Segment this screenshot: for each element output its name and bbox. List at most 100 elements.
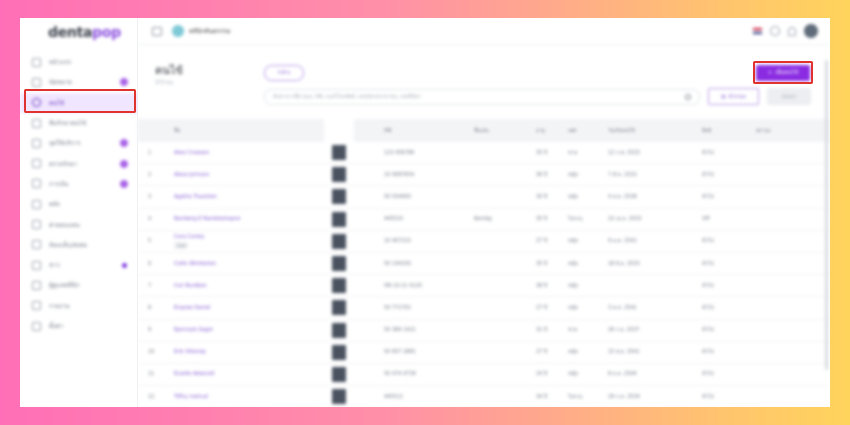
patient-name[interactable]: Alexa Jorinson xyxy=(174,172,324,178)
patient-birthday: 4 ส.ค. 2538 xyxy=(608,193,637,200)
sidebar-item-label: คลัง xyxy=(49,201,60,209)
clinic-logo xyxy=(172,25,184,37)
sidebar-item-0[interactable]: หน้าแรก xyxy=(20,52,138,72)
table-row[interactable]: 9 Epicmyle Sagot 50 384 1421 31 ปี ชาย 26 ก.ย… xyxy=(138,320,830,342)
sidebar-item-4[interactable]: จุดให้บริการ xyxy=(20,133,138,153)
header-right[interactable]: สิทธิ xyxy=(702,127,756,135)
sidebar-item-13[interactable]: ตั้งค่า xyxy=(20,316,138,336)
sidebar-item-8[interactable]: ค่าตอบแทน xyxy=(20,214,138,234)
row-number: 5 xyxy=(148,238,152,245)
brand-logo[interactable]: dentapop xyxy=(48,25,121,41)
patient-age: 36 ปี xyxy=(536,171,548,178)
sidebar-item-12[interactable]: รายงาน xyxy=(20,296,138,316)
patient-birthday: 15 พ.ย. 2541 xyxy=(608,349,640,356)
table-row[interactable]: 5 Cora Conley new 10 407215 27 ปี หญิง 9 ม.ค. … xyxy=(138,231,830,253)
patient-right: ทั่วไป xyxy=(702,238,714,245)
patient-hn: 50 771701 xyxy=(384,304,412,311)
chart-icon xyxy=(32,301,41,311)
sidebar-item-7[interactable]: คลัง xyxy=(20,194,138,214)
search-input[interactable]: ค้นหาจากชื่อ-สกุล, HN, เบอร์โทรศัพท์, เล… xyxy=(264,89,700,105)
help-icon[interactable] xyxy=(770,26,780,36)
sidebar-item-6[interactable]: การเงิน xyxy=(20,174,138,194)
sidebar-item-label: ผู้ดูแลคลินิก xyxy=(49,282,80,290)
table-row[interactable]: 1 Alexi Crowson 123 456789 35 ปี ชาย 12 ก.พ. … xyxy=(138,142,830,165)
patient-age: 31 ปี xyxy=(536,327,548,334)
patient-name[interactable]: Alexi Crowson xyxy=(174,150,324,156)
row-number: 6 xyxy=(148,260,152,267)
table-row[interactable]: 12 Tiffny metrud 445511 34 ปี ไม่ระบุ 29 ก.ค.… xyxy=(138,386,830,407)
patient-name[interactable]: Bamberg E Rambleshopne xyxy=(174,216,324,222)
patient-name-link[interactable]: Cora Conley new xyxy=(174,234,324,249)
table-row[interactable]: 11 Eryelle Adsecott 50 474 4739 24 ปี หญิง 8 … xyxy=(138,364,830,387)
table-row[interactable]: 6 Collin Wintleston 50 144193 35 ปี หญิง 18 ม… xyxy=(138,253,830,276)
sidebar-toggle-icon[interactable] xyxy=(152,26,162,36)
table-row[interactable]: 8 Eraylae Daniel 50 771701 27 ปี หญิง 3 ต.ค. … xyxy=(138,297,830,320)
language-flag-icon[interactable] xyxy=(753,28,762,34)
bell-icon[interactable] xyxy=(788,26,796,36)
header-age[interactable]: อายุ xyxy=(536,127,568,135)
sidebar-item-label: ทีมรักษาคนไข้ xyxy=(49,120,87,128)
patient-name[interactable]: Collin Wintleston xyxy=(174,261,324,267)
filter-button[interactable]: ▤ ตัวกรอง xyxy=(708,88,759,105)
patient-name[interactable]: Cori Burdbon xyxy=(174,283,324,289)
user-avatar[interactable] xyxy=(804,24,818,38)
header-hn[interactable]: HN xyxy=(354,128,474,134)
patient-birthday: 9 ม.ค. 2541 xyxy=(608,238,637,245)
sidebar-item-11[interactable]: ผู้ดูแลคลินิก xyxy=(20,275,138,295)
patient-photo xyxy=(324,386,354,407)
header-name[interactable]: ชื่อ xyxy=(174,127,324,135)
patient-name[interactable]: Eryelle Adsecott xyxy=(174,371,324,377)
table-row[interactable]: 4 Bamberg E Rambleshopne 445510 Bambg 35 ปี ไ… xyxy=(138,209,830,231)
patient-photo xyxy=(324,253,354,274)
patient-birthday: 7 มี.ค. 2532 xyxy=(608,171,637,178)
header-nickname[interactable]: ชื่อเล่น xyxy=(474,127,536,135)
patient-name[interactable]: Eraylae Daniel xyxy=(174,305,324,311)
table-row[interactable]: 3 Agatha Trautsten 50 554093 30 ปี หญิง 4 ส.ค… xyxy=(138,186,830,209)
header-birthday[interactable]: วันเกิดคนไข้ xyxy=(608,127,702,135)
patient-name[interactable]: Tiffny metrud xyxy=(174,394,324,400)
patient-hn: 10 407215 xyxy=(384,238,412,245)
header-status[interactable]: สถานะ xyxy=(756,127,816,135)
sidebar-item-3[interactable]: ทีมรักษาคนไข้ xyxy=(20,113,138,133)
search-icon[interactable] xyxy=(685,94,691,100)
patient-avatar-icon xyxy=(332,278,346,294)
header-sex[interactable]: เพศ xyxy=(568,127,608,135)
patient-name-link[interactable]: Eryelle Adsecott xyxy=(174,371,324,377)
sidebar-item-9[interactable]: ห้องแล็บ/ส่งต่อ xyxy=(20,235,138,255)
sidebar-item-5[interactable]: ตรวจรักษา xyxy=(20,153,138,173)
highlight-box-patients xyxy=(24,89,136,113)
patient-name-link[interactable]: Alexa Jorinson xyxy=(174,172,324,178)
sidebar-item-10[interactable]: ข่าว xyxy=(20,255,138,275)
clinic-name[interactable]: คลินิกทันตกรรม xyxy=(189,26,230,36)
table-row[interactable]: 7 Cori Burdbon HN 10-11 0120 38 ปี หญิง ทั่วไ… xyxy=(138,275,830,298)
patient-name[interactable]: Epicmyle Sagot xyxy=(174,327,324,333)
patient-name-link[interactable]: Tiffny metrud xyxy=(174,394,324,400)
patient-name-link[interactable]: Bamberg E Rambleshopne xyxy=(174,216,324,222)
patients-table: ชื่อ HN ชื่อเล่น อายุ เพศ วันเกิดคนไข้ ส… xyxy=(138,119,830,407)
patient-avatar-icon xyxy=(332,389,346,405)
patient-name-link[interactable]: Collin Wintleston xyxy=(174,261,324,267)
patient-name[interactable]: Agatha Trautsten xyxy=(174,194,324,200)
patient-right: VIP xyxy=(702,216,710,223)
patient-name-link[interactable]: Alexi Crowson xyxy=(174,150,324,156)
scrollbar[interactable] xyxy=(825,60,828,370)
patient-name-link[interactable]: Erik Villarrep xyxy=(174,349,324,355)
reset-filter-button[interactable]: ↻ ล้าง xyxy=(264,65,304,81)
patient-name-link[interactable]: Agatha Trautsten xyxy=(174,194,324,200)
sidebar-item-label: รายงาน xyxy=(49,302,70,310)
doc-icon xyxy=(32,280,41,290)
notification-badge xyxy=(120,139,128,148)
export-button[interactable]: ส่งออก xyxy=(767,88,811,105)
patient-name[interactable]: Cora Conley xyxy=(174,234,324,240)
patient-name-link[interactable]: Cori Burdbon xyxy=(174,283,324,289)
patient-name-link[interactable]: Epicmyle Sagot xyxy=(174,327,324,333)
patient-hn: HN 10-11 0120 xyxy=(384,282,422,289)
table-row[interactable]: 10 Erik Villarrep 50 657 2881 27 ปี หญิง 15 พ… xyxy=(138,342,830,364)
patient-name-link[interactable]: Eraylae Daniel xyxy=(174,305,324,311)
patient-hn: 445510 xyxy=(384,216,404,223)
table-row[interactable]: 2 Alexa Jorinson 10 9087654 36 ปี หญิง 7 มี.ค… xyxy=(138,164,830,187)
patient-hn: 445511 xyxy=(384,393,404,400)
patient-right: ทั่วไป xyxy=(702,149,714,156)
main-content: คลินิกทันตกรรม คนไข้ 373 คน ↻ ล้าง ค้นหา… xyxy=(138,18,830,407)
patient-name[interactable]: Erik Villarrep xyxy=(174,349,324,355)
